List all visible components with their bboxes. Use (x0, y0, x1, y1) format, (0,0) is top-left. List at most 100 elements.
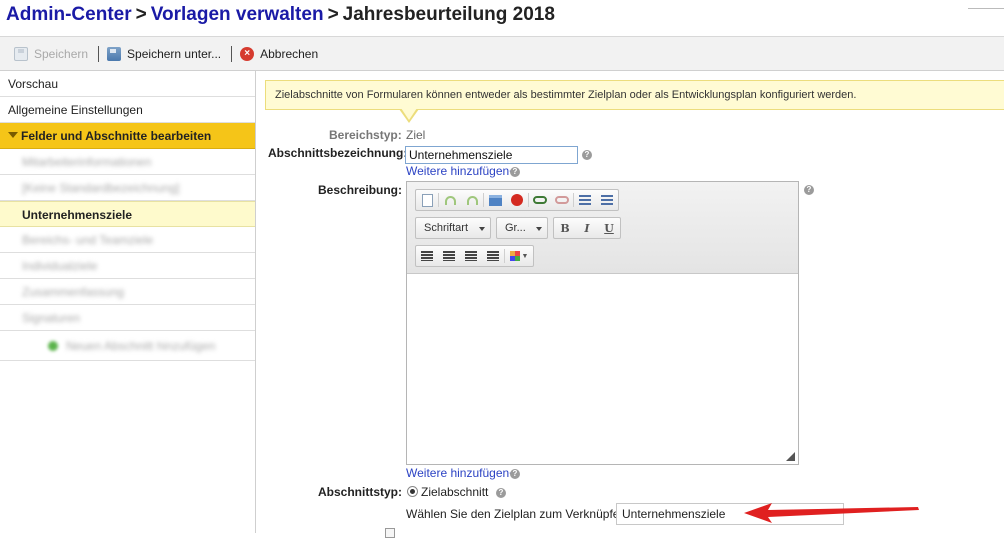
unlink-button[interactable] (551, 190, 573, 210)
sidebar-subitem[interactable]: Zusammenfassung (0, 279, 255, 305)
chevron-down-icon (479, 227, 485, 231)
insert-image-button[interactable] (484, 190, 506, 210)
checkbox[interactable] (385, 528, 395, 538)
info-text: Zielabschnitte von Formularen können ent… (275, 89, 857, 101)
text-color-button[interactable]: ▼ (505, 246, 533, 266)
italic-button[interactable]: I (576, 218, 598, 238)
sidebar-subitem-label: Individualziele (22, 259, 98, 273)
breadcrumb-vorlagen-verwalten[interactable]: Vorlagen verwalten (151, 4, 324, 25)
sidebar-subitem-label: [Keine Standardbezeichnung] (22, 181, 180, 195)
preview-button[interactable] (416, 190, 438, 210)
link-button[interactable] (529, 190, 551, 210)
abschnittsbezeichnung-input[interactable] (405, 146, 578, 164)
breadcrumb-separator: > (135, 4, 147, 25)
save-button-label: Speichern (34, 46, 89, 61)
help-icon[interactable]: ? (582, 150, 592, 160)
help-icon[interactable]: ? (496, 488, 506, 498)
annotation-arrow (744, 503, 919, 523)
align-right-button[interactable] (460, 246, 482, 266)
zielabschnitt-radio[interactable] (407, 486, 418, 497)
zielplan-value: Unternehmensziele (622, 507, 726, 521)
cancel-button-label: Abbrechen (260, 46, 319, 61)
align-left-button[interactable] (416, 246, 438, 266)
add-section-button[interactable]: Neuen Abschnitt hinzufügen (0, 331, 255, 361)
font-family-value: Schriftart (424, 222, 469, 234)
cancel-icon: × (240, 46, 255, 61)
editor-content-area[interactable] (407, 274, 798, 464)
help-icon[interactable]: ? (510, 167, 520, 177)
sidebar: Vorschau Allgemeine Einstellungen Felder… (0, 71, 256, 533)
weitere-hinzufuegen-link[interactable]: Weitere hinzufügen+ (406, 164, 516, 178)
bullet-list-button[interactable] (596, 190, 618, 210)
font-size-value: Gr... (505, 222, 526, 234)
weitere-hinzufuegen-link[interactable]: Weitere hinzufügen+ (406, 466, 516, 480)
sidebar-subitem[interactable]: [Keine Standardbezeichnung] (0, 175, 255, 201)
beschreibung-label: Beschreibung: (318, 183, 403, 197)
sidebar-subitem[interactable]: Signaturen (0, 305, 255, 331)
sidebar-item-label: Vorschau (8, 77, 59, 91)
abschnittsbezeichnung-label: Abschnittsbezeichnung: (268, 146, 408, 160)
rich-text-editor: Schriftart Gr... B I U ▼ (406, 181, 799, 465)
sidebar-subitem-unternehmensziele[interactable]: Unternehmensziele (0, 201, 255, 227)
expand-triangle-icon (8, 132, 18, 138)
sidebar-item-allgemeine-einstellungen[interactable]: Allgemeine Einstellungen (0, 97, 255, 123)
sidebar-item-vorschau[interactable]: Vorschau (0, 71, 255, 97)
chevron-down-icon (536, 227, 542, 231)
bullet-list-icon (601, 194, 613, 206)
zielplan-label: Wählen Sie den Zielplan zum Verknüpfen (406, 507, 627, 521)
info-callout: Zielabschnitte von Formularen können ent… (265, 80, 1004, 110)
sidebar-subitem-label: Unternehmensziele (22, 208, 133, 222)
toolbar: Speichern Speichern unter... × Abbrechen (0, 36, 1004, 71)
align-center-button[interactable] (438, 246, 460, 266)
sidebar-item-label: Felder und Abschnitte bearbeiten (21, 129, 212, 143)
insert-flash-button[interactable] (506, 190, 528, 210)
sidebar-subitem-label: Zusammenfassung (22, 285, 125, 299)
save-as-button-label: Speichern unter... (127, 46, 222, 61)
breadcrumb-admin-center[interactable]: Admin-Center (6, 4, 132, 25)
toolbar-separator (231, 45, 233, 62)
sidebar-subitem[interactable]: Individualziele (0, 253, 255, 279)
undo-button[interactable] (439, 190, 461, 210)
redo-icon (466, 195, 478, 205)
divider (968, 8, 1004, 9)
save-icon (14, 46, 28, 61)
font-size-select[interactable]: Gr... (496, 217, 548, 239)
unlink-icon (555, 196, 569, 204)
page-title: Jahresbeurteilung 2018 (342, 4, 555, 25)
save-as-button[interactable]: Speichern unter... (107, 42, 221, 66)
editor-toolbar: Schriftart Gr... B I U ▼ (407, 182, 798, 274)
add-section-label: Neuen Abschnitt hinzufügen (66, 339, 216, 353)
annotation-arrow-shape (744, 503, 919, 523)
align-justify-icon (487, 251, 499, 261)
editor-toolgroup: ▼ (415, 245, 534, 267)
cancel-button[interactable]: × Abbrechen (240, 42, 318, 66)
zielabschnitt-label: Zielabschnitt (421, 485, 489, 499)
sidebar-subitem[interactable]: Bereichs- und Teamziele (0, 227, 255, 253)
sidebar-subitem-label: Bereichs- und Teamziele (22, 233, 154, 247)
underline-button[interactable]: U (598, 218, 620, 238)
sidebar-subitem[interactable]: Mitarbeiterinformationen (0, 149, 255, 175)
bereichstyp-value: Ziel (406, 128, 426, 142)
sidebar-subitem-label: Signaturen (22, 311, 81, 325)
redo-button[interactable] (461, 190, 483, 210)
callout-tail (401, 108, 417, 120)
save-button[interactable]: Speichern (14, 42, 88, 66)
font-family-select[interactable]: Schriftart (415, 217, 491, 239)
bold-button[interactable]: B (554, 218, 576, 238)
add-icon (48, 341, 58, 351)
breadcrumb: Admin-Center > Vorlagen verwalten > Jahresbe… (6, 4, 555, 30)
resize-handle-icon[interactable] (786, 452, 795, 461)
undo-icon (444, 195, 456, 205)
align-justify-button[interactable] (482, 246, 504, 266)
sidebar-item-felder-und-abschnitte[interactable]: Felder und Abschnitte bearbeiten (0, 123, 255, 149)
numbered-list-button[interactable] (574, 190, 596, 210)
color-palette-icon (509, 251, 520, 261)
sidebar-item-label: Allgemeine Einstellungen (8, 103, 143, 117)
flash-icon (511, 194, 523, 206)
link-icon (533, 196, 547, 204)
toolbar-separator (98, 45, 100, 62)
help-icon[interactable]: ? (804, 185, 814, 195)
editor-toolgroup (415, 189, 619, 211)
editor-toolgroup: B I U (553, 217, 621, 239)
help-icon[interactable]: ? (510, 469, 520, 479)
